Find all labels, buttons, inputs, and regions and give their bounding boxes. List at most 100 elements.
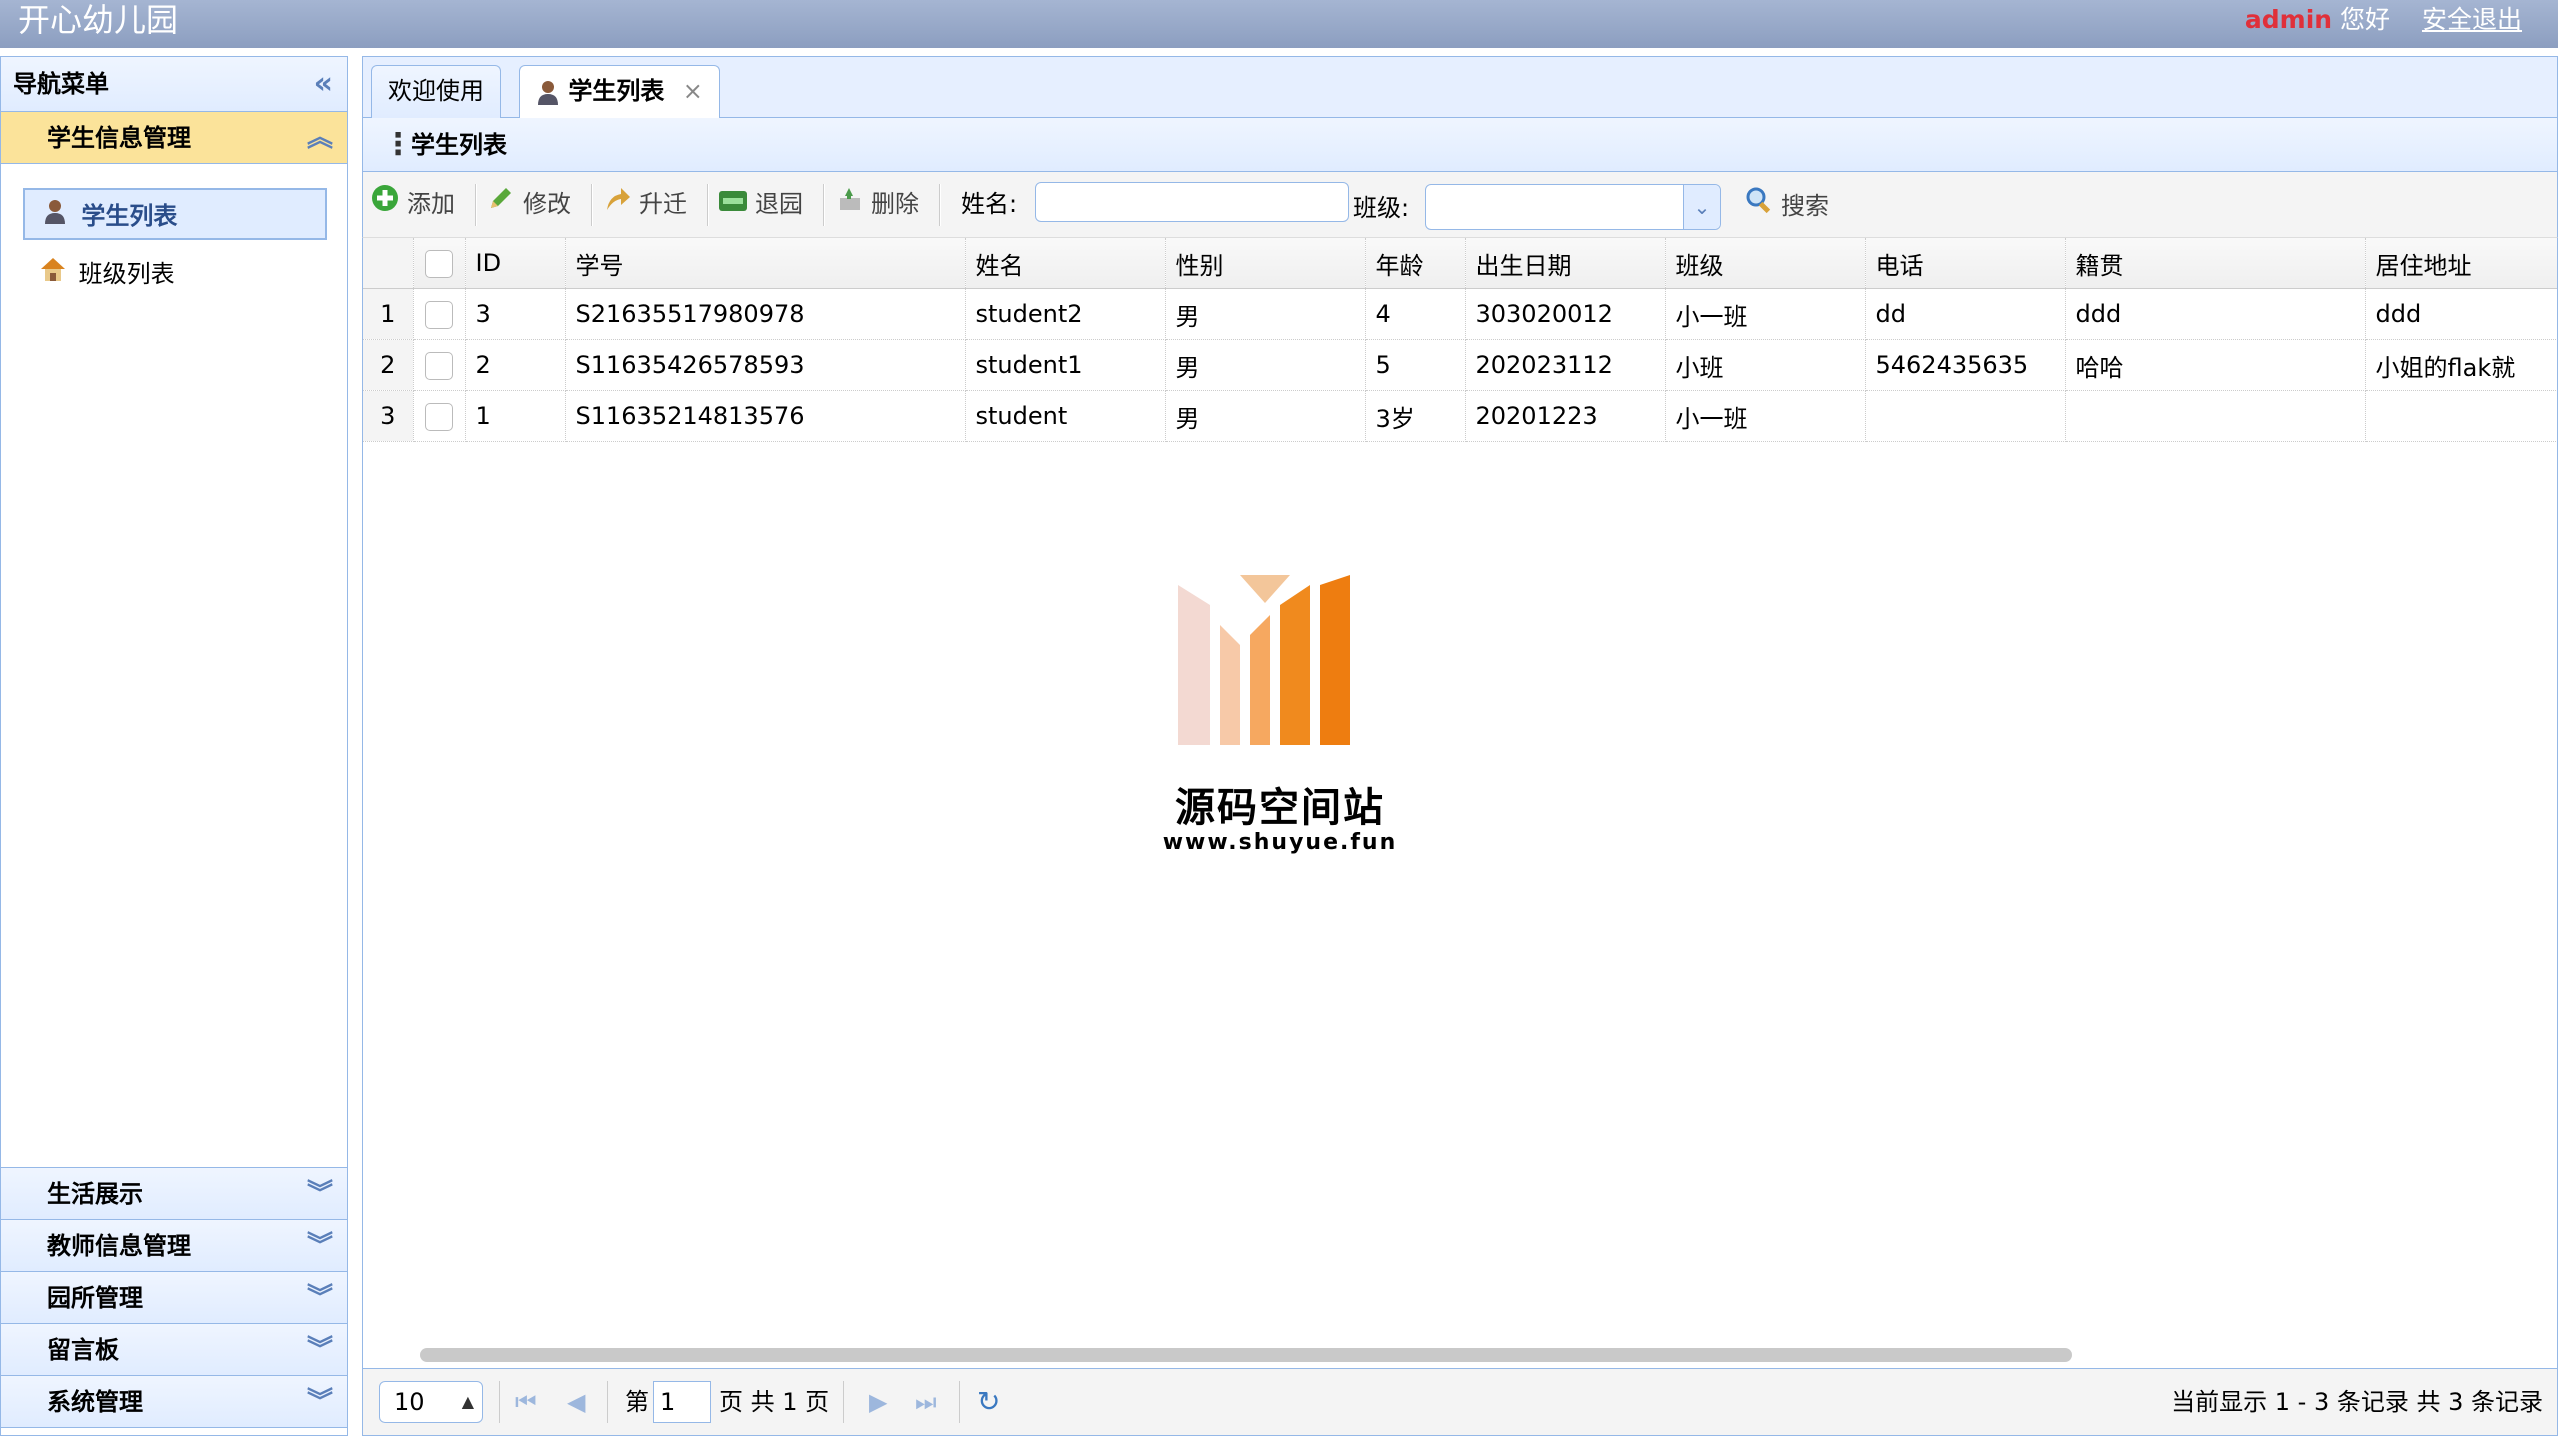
withdraw-button[interactable]: 退园 bbox=[717, 182, 803, 226]
column-header[interactable]: 出生日期 bbox=[1465, 238, 1666, 289]
edit-button[interactable]: 修改 bbox=[485, 182, 571, 226]
watermark-logo bbox=[1178, 575, 1350, 745]
sidebar-header: 导航菜单 « bbox=[1, 57, 347, 112]
cell-student-no: S11635214813576 bbox=[565, 390, 966, 442]
sidebar-section-messages[interactable]: 留言板 ︾ bbox=[1, 1324, 347, 1376]
column-header[interactable]: 年龄 bbox=[1365, 238, 1466, 289]
sidebar-item-class-list[interactable]: 班级列表 bbox=[23, 248, 327, 300]
prev-page-icon[interactable]: ◀ bbox=[567, 1381, 585, 1423]
column-header[interactable]: 电话 bbox=[1865, 238, 2066, 289]
cell-age: 4 bbox=[1365, 288, 1466, 340]
class-filter-select[interactable]: ⌄ bbox=[1425, 184, 1721, 230]
column-header[interactable]: 班级 bbox=[1665, 238, 1866, 289]
cell-birthdate: 20201223 bbox=[1465, 390, 1666, 442]
table-row[interactable]: 2 2 S11635426578593 student1 男 5 2020231… bbox=[363, 339, 2557, 391]
sidebar-item-label: 学生列表 bbox=[81, 202, 178, 230]
promote-button[interactable]: 升迁 bbox=[601, 182, 687, 226]
tab-label: 欢迎使用 bbox=[388, 77, 484, 105]
page-prefix: 第 bbox=[625, 1388, 649, 1416]
column-header[interactable]: 性别 bbox=[1165, 238, 1366, 289]
chevron-down-icon[interactable]: ︾ bbox=[307, 1324, 333, 1376]
sidebar-section-student-info[interactable]: 学生信息管理 ︽ bbox=[1, 112, 347, 164]
row-checkbox[interactable] bbox=[413, 288, 466, 340]
name-filter-label: 姓名: bbox=[961, 190, 1018, 218]
toolbar: 添加 修改 升迁 退园 删除 姓名: 班级: ⌄ 搜索 bbox=[362, 172, 2558, 238]
sidebar-section-campus[interactable]: 园所管理 ︾ bbox=[1, 1272, 347, 1324]
plus-icon bbox=[369, 182, 401, 226]
sidebar-title: 导航菜单 bbox=[13, 70, 109, 98]
row-checkbox[interactable] bbox=[413, 339, 466, 391]
menu-dots-icon[interactable]: ⋮ bbox=[383, 118, 413, 172]
withdraw-label: 退园 bbox=[755, 190, 803, 218]
add-button[interactable]: 添加 bbox=[369, 182, 455, 226]
delete-label: 删除 bbox=[871, 190, 919, 218]
sidebar-section-label: 留言板 bbox=[47, 1336, 119, 1364]
column-header[interactable]: 学号 bbox=[565, 238, 966, 289]
row-checkbox[interactable] bbox=[413, 390, 466, 442]
logout-link[interactable]: 安全退出 bbox=[2422, 5, 2522, 34]
chevron-down-icon[interactable]: ︾ bbox=[307, 1272, 333, 1324]
cell-age: 3岁 bbox=[1365, 390, 1466, 442]
row-number: 3 bbox=[363, 390, 414, 442]
tab-student-list[interactable]: 学生列表 × bbox=[519, 65, 720, 121]
chevron-down-icon[interactable]: ︾ bbox=[307, 1376, 333, 1428]
close-icon[interactable]: × bbox=[683, 77, 703, 105]
panel-header: ⋮ 学生列表 bbox=[362, 118, 2558, 172]
student-icon bbox=[536, 77, 568, 105]
first-page-icon[interactable]: ⏮ bbox=[515, 1381, 537, 1423]
search-button[interactable]: 搜索 bbox=[1743, 184, 1829, 228]
refresh-icon[interactable]: ↻ bbox=[977, 1381, 1000, 1423]
chevron-down-icon[interactable]: ︾ bbox=[307, 1168, 333, 1220]
watermark-title: 源码空间站 bbox=[1175, 785, 1385, 831]
cell-native: 哈哈 bbox=[2065, 339, 2366, 391]
page-number-input[interactable]: 1 bbox=[653, 1381, 711, 1423]
table-header-row: ID 学号 姓名 性别 年龄 出生日期 班级 电话 籍贯 居住地址 bbox=[363, 238, 2557, 289]
page-size-select[interactable]: 10 ▲ bbox=[379, 1381, 483, 1423]
last-page-icon[interactable]: ⏭ bbox=[915, 1381, 937, 1423]
house-icon bbox=[39, 248, 67, 300]
pager-divider bbox=[843, 1381, 844, 1423]
spinner-icon: ▲ bbox=[461, 1392, 474, 1411]
pagination-bar: 10 ▲ ⏮ ◀ 第 1 页 共 1 页 ▶ ⏭ ↻ 当前显示 1 - 3 条记… bbox=[362, 1368, 2558, 1436]
sidebar-section-system[interactable]: 系统管理 ︾ bbox=[1, 1376, 347, 1428]
name-filter-input[interactable] bbox=[1035, 182, 1349, 222]
tab-label: 学生列表 bbox=[568, 77, 665, 105]
table-row[interactable]: 3 1 S11635214813576 student 男 3岁 2020122… bbox=[363, 390, 2557, 442]
page-suffix: 页 共 1 页 bbox=[719, 1388, 830, 1416]
chevron-down-icon[interactable]: ︾ bbox=[307, 1220, 333, 1272]
tab-bar: 欢迎使用 学生列表 × bbox=[362, 56, 2558, 121]
toolbar-divider bbox=[475, 184, 477, 226]
column-header[interactable]: 姓名 bbox=[965, 238, 1166, 289]
next-page-icon[interactable]: ▶ bbox=[869, 1381, 887, 1423]
column-header[interactable]: 居住地址 bbox=[2365, 238, 2557, 289]
cell-age: 5 bbox=[1365, 339, 1466, 391]
username: admin bbox=[2244, 5, 2333, 34]
toolbar-divider bbox=[939, 184, 941, 226]
greeting: 您好 bbox=[2340, 5, 2391, 34]
tab-welcome[interactable]: 欢迎使用 bbox=[371, 65, 501, 119]
cell-address: ddd bbox=[2365, 288, 2557, 340]
column-header[interactable]: 籍贯 bbox=[2065, 238, 2366, 289]
sidebar-section-teacher[interactable]: 教师信息管理 ︾ bbox=[1, 1220, 347, 1272]
user-area: admin 您好 安全退出 bbox=[2245, 2, 2522, 38]
sidebar-section-life[interactable]: 生活展示 ︾ bbox=[1, 1168, 347, 1220]
chevron-down-icon[interactable]: ⌄ bbox=[1683, 185, 1720, 229]
delete-button[interactable]: 删除 bbox=[833, 182, 919, 226]
sidebar-section-label: 学生信息管理 bbox=[47, 124, 191, 152]
cell-name: student1 bbox=[965, 339, 1166, 391]
sidebar-item-student-list[interactable]: 学生列表 bbox=[23, 188, 327, 240]
column-header[interactable]: ID bbox=[465, 238, 566, 289]
row-number: 2 bbox=[363, 339, 414, 391]
watermark: 源码空间站 www.shuyue.fun bbox=[1160, 575, 1400, 865]
pager-divider bbox=[499, 1381, 500, 1423]
cell-birthdate: 303020012 bbox=[1465, 288, 1666, 340]
cell-name: student2 bbox=[965, 288, 1166, 340]
chevron-up-icon[interactable]: ︽ bbox=[307, 112, 333, 164]
row-number-header bbox=[363, 238, 414, 289]
select-all-checkbox[interactable] bbox=[413, 238, 466, 289]
watermark-url: www.shuyue.fun bbox=[1162, 830, 1398, 855]
collapse-left-icon[interactable]: « bbox=[314, 57, 333, 111]
table-row[interactable]: 1 3 S21635517980978 student2 男 4 3030200… bbox=[363, 288, 2557, 340]
horizontal-scrollbar[interactable] bbox=[420, 1348, 2072, 1362]
arrow-up-icon bbox=[601, 182, 633, 226]
